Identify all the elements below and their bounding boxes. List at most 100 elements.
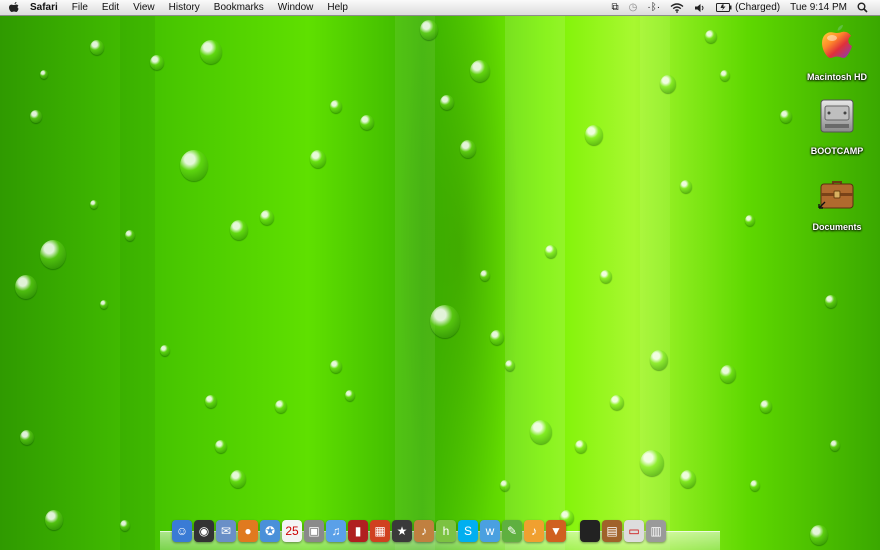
water-drop xyxy=(120,520,130,531)
bluetooth-icon[interactable]: ·ᛒ· xyxy=(647,0,660,15)
presentation-icon[interactable]: ▼ xyxy=(546,520,566,542)
desktop-icon-bootcamp[interactable]: BOOTCAMP xyxy=(797,96,877,159)
itunes-icon[interactable]: ♫ xyxy=(326,520,346,542)
water-drop xyxy=(760,400,772,413)
water-drop xyxy=(440,95,454,110)
desktop-icon-label: Macintosh HD xyxy=(806,72,867,82)
volume-icon[interactable] xyxy=(694,3,706,13)
water-drop xyxy=(505,360,515,371)
dashboard-icon[interactable]: ◉ xyxy=(194,520,214,542)
water-drop xyxy=(600,270,612,283)
water-drop xyxy=(545,245,557,258)
menu-bar: Safari File Edit View History Bookmarks … xyxy=(0,0,880,16)
water-drop xyxy=(90,40,104,55)
safari-icon[interactable]: ✪ xyxy=(260,520,280,542)
wallpaper-stripe xyxy=(395,0,435,550)
water-drop xyxy=(45,510,63,530)
spaces-icon[interactable]: ⧉ xyxy=(612,0,619,15)
menu-app-name[interactable]: Safari xyxy=(23,0,65,15)
garageband-icon[interactable]: ♪ xyxy=(414,520,434,542)
water-drop xyxy=(215,440,227,453)
battery-status[interactable]: (Charged) xyxy=(716,0,780,15)
water-drop xyxy=(40,70,48,79)
water-drop xyxy=(330,100,342,113)
briefcase-icon xyxy=(818,181,854,209)
firefox-icon[interactable]: ● xyxy=(238,520,258,542)
water-drop xyxy=(720,70,730,81)
documents-stack-icon[interactable]: ▤ xyxy=(602,520,622,542)
menu-file[interactable]: File xyxy=(65,0,95,15)
water-drop xyxy=(705,30,717,43)
water-drop xyxy=(360,115,374,130)
water-drop xyxy=(330,360,342,373)
menu-extras: ⧉ ◷ ·ᛒ· (Charged) Tue 9:14 PM xyxy=(612,0,880,15)
water-drop xyxy=(100,300,108,309)
water-drop xyxy=(575,440,587,453)
water-drop xyxy=(30,110,42,123)
ichat-icon[interactable]: ✎ xyxy=(502,520,522,542)
menu-history[interactable]: History xyxy=(162,0,207,15)
water-drop xyxy=(660,75,676,93)
water-drop xyxy=(310,150,326,168)
water-drop xyxy=(830,440,840,451)
hulu-icon[interactable]: h xyxy=(436,520,456,542)
photo-icon[interactable]: ▣ xyxy=(304,520,324,542)
macbook-icon[interactable] xyxy=(580,520,600,542)
water-drop xyxy=(180,150,208,181)
apple-drive-icon xyxy=(822,25,852,58)
ical-icon[interactable]: 25 xyxy=(282,520,302,542)
downloads-stack-icon[interactable]: ▭ xyxy=(624,520,644,542)
keyboard-icon[interactable]: ♪ xyxy=(524,520,544,542)
water-drop xyxy=(160,345,170,356)
water-drop xyxy=(15,275,37,299)
menu-bookmarks[interactable]: Bookmarks xyxy=(207,0,271,15)
photo-booth-icon[interactable]: ▦ xyxy=(370,520,390,542)
menu-window[interactable]: Window xyxy=(271,0,321,15)
menu-edit[interactable]: Edit xyxy=(95,0,126,15)
battery-icon xyxy=(716,3,732,12)
skype-icon[interactable]: S xyxy=(458,520,478,542)
water-drop xyxy=(275,400,287,413)
water-drop xyxy=(680,180,692,193)
water-drop xyxy=(125,230,135,241)
hard-drive-icon xyxy=(820,99,854,133)
water-drop xyxy=(780,110,792,123)
dock: ☺ ◉ ✉ ● ✪ 25 ▣ ♫ ▮ ▦ ★ ♪ h Sw ✎ ♪ ▼ ▤ ▭ ▥ xyxy=(160,520,720,550)
water-drop xyxy=(585,125,603,145)
spotlight-icon[interactable] xyxy=(857,2,868,13)
menu-help[interactable]: Help xyxy=(320,0,355,15)
dock-items: ☺ ◉ ✉ ● ✪ 25 ▣ ♫ ▮ ▦ ★ ♪ h Sw ✎ ♪ ▼ ▤ ▭ ▥ xyxy=(172,520,666,542)
water-drop xyxy=(150,55,164,70)
finder-icon[interactable]: ☺ xyxy=(172,520,192,542)
time-machine-icon[interactable]: ◷ xyxy=(629,0,638,15)
chat-icon[interactable]: w xyxy=(480,520,500,542)
wifi-icon[interactable] xyxy=(670,2,684,13)
desktop-icon-documents[interactable]: Documents xyxy=(797,172,877,235)
water-drop xyxy=(200,40,222,64)
apple-menu-icon[interactable] xyxy=(8,1,20,15)
desktop-icon-macintosh-hd[interactable]: Macintosh HD xyxy=(797,22,877,85)
imovie-icon[interactable]: ★ xyxy=(392,520,412,542)
water-drop xyxy=(745,215,755,226)
water-drop xyxy=(825,295,837,308)
menu-view[interactable]: View xyxy=(126,0,162,15)
water-drop xyxy=(640,450,664,476)
water-drop xyxy=(230,220,248,240)
water-drop xyxy=(680,470,696,488)
water-drop xyxy=(530,420,552,444)
clock[interactable]: Tue 9:14 PM xyxy=(790,0,847,15)
water-drop xyxy=(500,480,510,491)
water-drop xyxy=(420,20,438,40)
water-drop xyxy=(205,395,217,408)
iphoto-icon[interactable]: ▮ xyxy=(348,520,368,542)
water-drop xyxy=(90,200,98,209)
water-drop xyxy=(40,240,66,269)
water-drop xyxy=(750,480,760,491)
water-drop xyxy=(490,330,504,345)
water-drop xyxy=(480,270,490,281)
water-drop xyxy=(345,390,355,401)
water-drop xyxy=(720,365,736,383)
trash-icon[interactable]: ▥ xyxy=(646,520,666,542)
water-drop xyxy=(460,140,476,158)
mail-icon[interactable]: ✉ xyxy=(216,520,236,542)
